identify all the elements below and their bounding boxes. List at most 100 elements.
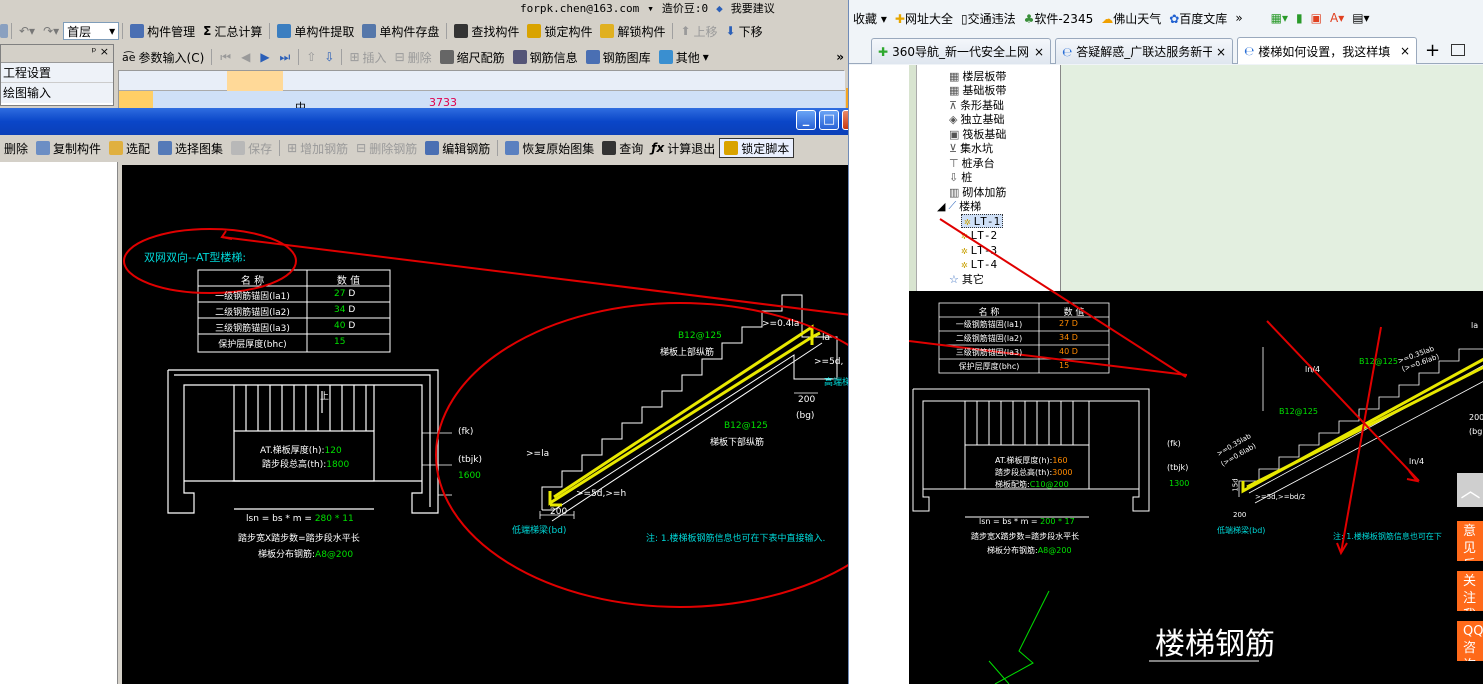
stair-cad-canvas[interactable]: 双网双向--AT型楼梯: 名 称 数 值 一级钢筋锚固(la1) 27 D 二级… [122, 165, 862, 684]
tree-scrollbar[interactable] [909, 65, 917, 291]
follow-us-button[interactable]: 关注我们 [1457, 571, 1483, 611]
grid-icon[interactable]: ▤▾ [1352, 11, 1369, 25]
left-panel-item-project[interactable]: 工程设置 [1, 63, 113, 83]
component-manage-button[interactable]: 构件管理 [126, 21, 199, 41]
tbjk-value[interactable]: 1600 [458, 471, 481, 481]
close-icon[interactable]: × [100, 45, 109, 58]
lock-component-button[interactable]: 锁定构件 [523, 21, 596, 41]
move-down-button[interactable]: ⬇ 下移 [722, 21, 767, 41]
dist-rebar-value[interactable]: A8@200 [315, 550, 353, 560]
minimize-button[interactable]: _ [796, 110, 816, 130]
select-atlas-button[interactable]: 选择图集 [154, 138, 227, 158]
rebar-library-button[interactable]: 钢筋图库 [582, 47, 655, 67]
close-tab-icon[interactable]: × [1216, 45, 1226, 59]
add-rebar-button[interactable]: ⊞ 增加钢筋 [283, 138, 352, 158]
table-row-value[interactable]: 34 D [334, 305, 355, 315]
bookmark-traffic[interactable]: ▯交通违法 [961, 10, 1016, 27]
close-tab-icon[interactable]: × [1034, 45, 1044, 59]
close-tab-icon[interactable]: × [1400, 44, 1410, 58]
bell-icon[interactable]: ◆ [716, 2, 723, 15]
feedback-button[interactable]: 意见反馈 [1457, 521, 1483, 561]
bookmark-weather[interactable]: ☁佛山天气 [1101, 10, 1161, 27]
delete-rebar-button[interactable]: ⊟ 删除钢筋 [352, 138, 421, 158]
single-save-button[interactable]: 单构件存盘 [358, 21, 443, 41]
component-list-pane[interactable] [0, 162, 118, 684]
tree-item[interactable]: ▦ 基础板带 [949, 83, 1006, 98]
bottom-rebar-value[interactable]: B12@125 [724, 421, 768, 431]
save-button[interactable]: 保存 [227, 138, 276, 158]
query-button[interactable]: 查询 [598, 138, 647, 158]
prev-page-icon[interactable]: ◀ [241, 50, 250, 64]
account-email[interactable]: forpk.chen@163.com [520, 2, 639, 15]
summary-calc-button[interactable]: Σ 汇总计算 [199, 21, 266, 41]
more-bookmarks-icon[interactable]: » [1235, 11, 1242, 25]
tree-item[interactable]: ▣ 筏板基础 [949, 127, 1006, 142]
scroll-top-button[interactable]: ︿ [1457, 473, 1483, 507]
tab-360-nav[interactable]: ✚ 360导航_新一代安全上网 × [871, 38, 1051, 64]
maximize-button[interactable]: □ [819, 110, 839, 130]
delete-button[interactable]: 删除 [0, 138, 32, 158]
qq-consult-button[interactable]: QQ咨询 [1457, 621, 1483, 661]
save-icon[interactable] [0, 24, 8, 38]
move-up-button[interactable]: ⬆ 上移 [676, 21, 721, 41]
left-panel-item-drawing[interactable]: 绘图输入 [1, 83, 113, 103]
lsn-value[interactable]: 280 * 11 [315, 514, 354, 524]
next-page-icon[interactable]: ▶ [260, 50, 269, 64]
bookmark-site-nav[interactable]: ✚网址大全 [895, 10, 953, 27]
tab-stair-question[interactable]: ℮ 楼梯如何设置，我这样填 × [1237, 37, 1417, 64]
restore-window-icon[interactable] [1451, 44, 1465, 56]
tree-item[interactable]: ✲ LT-2 [961, 228, 997, 242]
table-row-value[interactable]: 27 D [334, 289, 355, 299]
undo-icon[interactable]: ↶▾ [19, 24, 35, 38]
select-match-button[interactable]: 选配 [105, 138, 154, 158]
apps-icon[interactable]: ▦▾ [1271, 11, 1288, 25]
plan-thickness-value[interactable]: 120 [325, 446, 342, 456]
account-dropdown-icon[interactable]: ▾ [647, 2, 654, 15]
restore-atlas-button[interactable]: 恢复原始图集 [501, 138, 598, 158]
plan-height-value[interactable]: 1800 [326, 460, 349, 470]
insert-button[interactable]: ⊞ 插入 [345, 47, 390, 67]
tree-item[interactable]: ✲ LT-4 [961, 257, 997, 271]
first-page-icon[interactable]: ⏮ [220, 50, 231, 65]
tree-item[interactable]: ⊤ 桩承台 [949, 156, 995, 171]
suggest-link[interactable]: 我要建议 [731, 0, 775, 16]
tree-item[interactable]: ◈ 独立基础 [949, 112, 1004, 127]
bookmark-wenku[interactable]: ✿百度文库 [1169, 10, 1227, 27]
pin-icon[interactable]: ᵖ [92, 45, 97, 58]
lock-script-button[interactable]: 锁定脚本 [719, 138, 795, 158]
edit-rebar-button[interactable]: 编辑钢筋 [421, 138, 494, 158]
last-page-icon[interactable]: ⏭ [280, 50, 291, 65]
row-down-icon[interactable]: ⇩ [324, 50, 334, 64]
tab-glodon-service[interactable]: ℮ 答疑解惑_广联达服务新干 × [1055, 38, 1233, 64]
rebar-info-button[interactable]: 钢筋信息 [509, 47, 582, 67]
favorites-menu[interactable]: 收藏 ▾ [853, 10, 887, 27]
toolbar-overflow-icon[interactable]: » [836, 50, 844, 64]
book-icon[interactable]: ▮ [1296, 11, 1303, 25]
calc-exit-button[interactable]: ƒx 计算退出 [647, 138, 719, 158]
tree-item[interactable]: ⇩ 桩 [949, 170, 972, 185]
tree-item[interactable]: ✲ LT-3 [961, 243, 997, 257]
tree-item[interactable]: ▦ 楼层板带 [949, 69, 1006, 84]
tree-item[interactable]: ⊼ 条形基础 [949, 98, 1004, 113]
tree-item-stairs[interactable]: ◢ ⟋ 楼梯 [937, 199, 981, 213]
table-row-value[interactable]: 15 [334, 337, 345, 347]
param-input-button[interactable]: a͡e 参数输入(C) [118, 47, 208, 67]
floor-select[interactable]: 首层 ▾ [63, 22, 120, 40]
table-row-value[interactable]: 40 D [334, 321, 355, 331]
row-up-icon[interactable]: ⇧ [306, 50, 316, 64]
dialog-titlebar[interactable] [0, 108, 868, 135]
single-extract-button[interactable]: 单构件提取 [273, 21, 358, 41]
other-button[interactable]: 其他 ▾ [655, 47, 713, 67]
find-component-button[interactable]: 查找构件 [450, 21, 523, 41]
tree-item[interactable]: ▥ 砌体加筋 [949, 185, 1006, 200]
redo-icon[interactable]: ↷▾ [43, 24, 59, 38]
delete-row-button[interactable]: ⊟ 删除 [391, 47, 436, 67]
copy-component-button[interactable]: 复制构件 [32, 138, 105, 158]
new-tab-button[interactable]: + [1425, 40, 1440, 61]
tree-item[interactable]: ⊻ 集水坑 [949, 141, 993, 156]
unlock-component-button[interactable]: 解锁构件 [596, 21, 669, 41]
scale-rebar-button[interactable]: 缩尺配筋 [436, 47, 509, 67]
bookmark-software[interactable]: ♣软件-2345 [1024, 10, 1094, 27]
pdf-icon[interactable]: A▾ [1330, 11, 1344, 25]
tree-item-selected[interactable]: ✲ LT-1 [961, 214, 1004, 228]
